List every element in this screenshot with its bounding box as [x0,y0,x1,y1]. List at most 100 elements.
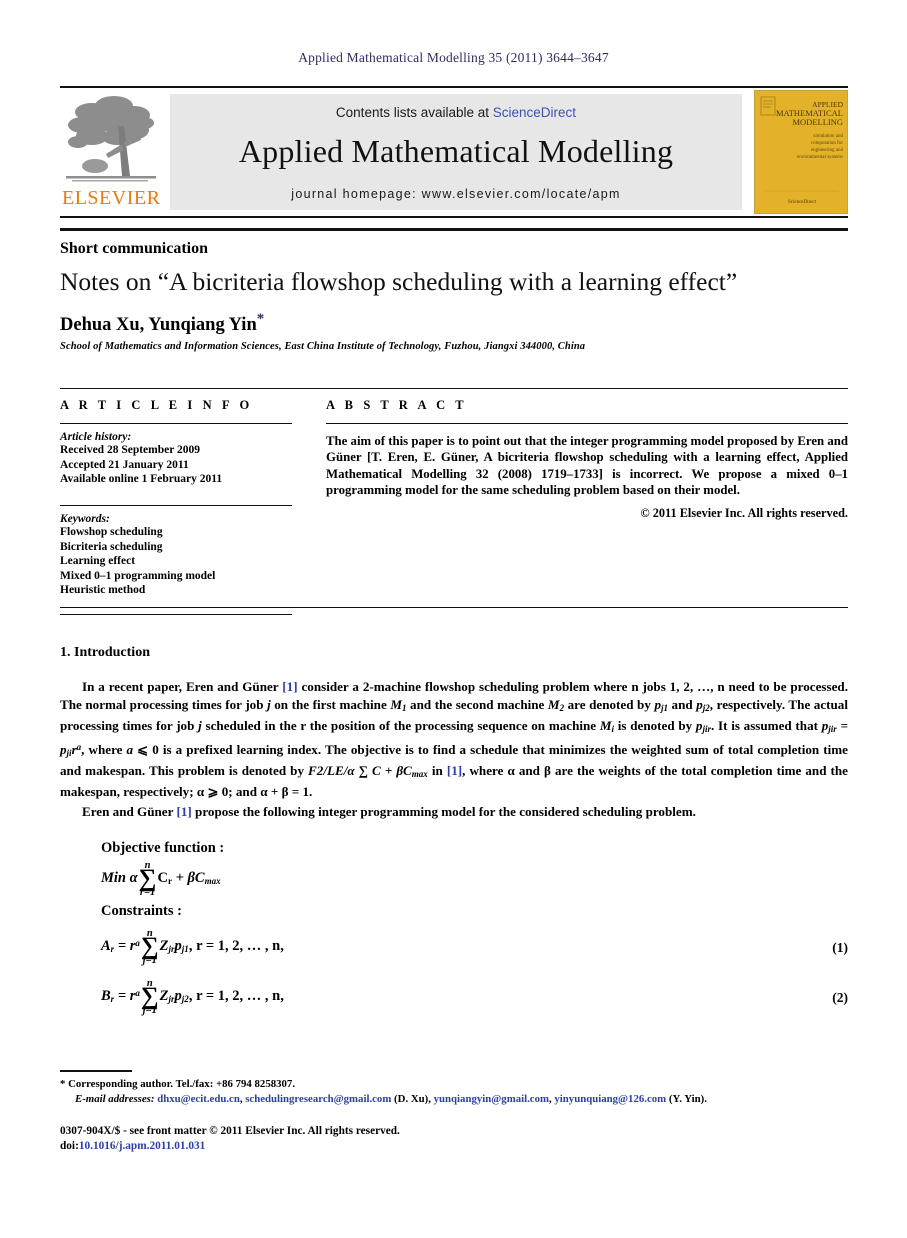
issn-line: 0307-904X/$ - see front matter © 2011 El… [60,1125,400,1137]
keyword-item: Mixed 0–1 programming model [60,569,216,582]
objective-equation: Min α∑ n r=1 Cr + βCmax [101,860,221,898]
issn-copyright-block: 0307-904X/$ - see front matter © 2011 El… [60,1124,400,1153]
keywords-label: Keywords: [60,513,110,525]
keyword-item: Flowshop scheduling [60,526,163,538]
elsevier-wordmark: ELSEVIER [62,187,161,209]
masthead-center: Contents lists available at ScienceDirec… [170,94,742,210]
svg-text:environmental systems: environmental systems [797,155,843,160]
title-top-rule [60,228,848,231]
email-owner-1: (D. Xu), [394,1093,431,1105]
para1-part-e: are denoted by [564,697,655,712]
summation-symbol: ∑ n r=1 [138,860,157,898]
sum-upper-limit: n [146,928,153,939]
constraints-colon: : [177,903,182,919]
elsevier-tree-icon [66,96,156,182]
sciencedirect-link[interactable]: ScienceDirect [493,105,576,120]
info-rule-2 [60,504,292,506]
para1-part-h: scheduled in the r the position of the p… [201,718,600,733]
abstract-column: A B S T R A C T The aim of this paper is… [326,398,848,521]
summation-symbol: ∑ n j=1 [140,928,159,966]
corresponding-author-note: * Corresponding author. Tel./fax: +86 79… [60,1078,296,1090]
svg-text:ScienceDirect: ScienceDirect [788,200,817,205]
obj-tail-sub: max [204,876,221,886]
para1-part-k: , where [81,742,127,757]
para1-part-m: in [427,763,447,778]
sum-upper-limit: n [144,860,151,871]
constraints-label: Constraints : [101,903,182,920]
obj-c: C [157,870,168,886]
intro-paragraph-2: Eren and Güner [1] propose the following… [60,803,848,821]
abstract-heading: A B S T R A C T [326,398,468,412]
affiliation: School of Mathematics and Information Sc… [60,341,586,352]
summation-symbol: ∑ n j=1 [140,978,159,1016]
email-owner-2: (Y. Yin). [668,1093,707,1105]
doi-line: doi:10.1016/j.apm.2011.01.031 [60,1139,400,1154]
copyright-line: © 2011 Elsevier Inc. All rights reserved… [640,506,848,521]
article-page: Applied Mathematical Modelling 35 (2011)… [0,0,907,1238]
journal-title: Applied Mathematical Modelling [238,133,674,169]
article-history-label: Article history: [60,431,132,443]
eq2-eq: = r [114,988,136,1004]
journal-cover-thumbnail: APPLIED MATHEMATICAL MODELLING simulatio… [754,90,848,214]
citation-link-1[interactable]: [1] [282,679,297,694]
para1-part-a: In a recent paper, Eren and Güner [82,679,283,694]
citation-link-3[interactable]: [1] [176,804,191,819]
running-head: Applied Mathematical Modelling 35 (2011)… [298,50,609,65]
email-link-4[interactable]: yinyunquiang@126.com [554,1093,666,1105]
eq1-p: p [174,938,182,954]
eq1-p-sub: j1 [181,944,189,954]
email-link-1[interactable]: dhxu@ecit.edu.cn [157,1093,240,1105]
email-addresses-note: E-mail addresses: dhxu@ecit.edu.cn, sche… [75,1092,865,1106]
equation-number-2: (2) [832,990,848,1005]
eq2-p-sub: j2 [181,994,189,1004]
document-type-label: Short communication [60,240,208,257]
info-bottom-rule [60,607,848,608]
page-title: Notes on “A bicriteria flowshop scheduli… [60,267,738,296]
info-rule-1 [60,423,292,424]
svg-text:engineering and: engineering and [811,148,844,153]
contents-prefix: Contents lists available at [335,105,490,120]
article-info-heading: A R T I C L E I N F O [60,398,253,412]
history-item: Received 28 September 2009 [60,444,200,456]
email-link-3[interactable]: yunqiangyin@gmail.com [434,1093,549,1105]
para1-part-f: and [668,697,697,712]
cover-artwork: APPLIED MATHEMATICAL MODELLING simulatio… [755,91,847,213]
article-info-column: A R T I C L E I N F O Article history: R… [60,398,292,615]
sum-upper-limit: n [146,978,153,989]
para2-part-b: propose the following integer programmin… [191,804,696,819]
keyword-item: Heuristic method [60,584,146,596]
email-link-2[interactable]: schedulingresearch@gmail.com [245,1093,391,1105]
eq1-eq: = r [114,938,136,954]
sum-lower-limit: j=1 [142,1005,157,1016]
corresponding-author-marker: * [256,311,265,327]
equation-2: Br = ra∑ n j=1 Zjrpj2, r = 1, 2, … , n, [101,978,284,1016]
keyword-item: Learning effect [60,555,136,567]
eq2-lhs: B [101,988,111,1004]
objective-label-text: Objective function [101,840,216,856]
para1-part-j: . It is assumed that [710,718,822,733]
para1-part-i: is denoted by [614,718,696,733]
history-item: Available online 1 February 2011 [60,473,223,485]
section-heading-introduction: 1. Introduction [60,645,150,660]
constraints-label-text: Constraints [101,903,174,919]
obj-min-text: Min α [101,870,138,886]
para2-part-a: Eren and Güner [82,804,177,819]
email-label: E-mail addresses: [75,1093,155,1105]
intro-paragraph-1: In a recent paper, Eren and Güner [1] co… [60,679,848,799]
obj-c-term: Cr [157,870,171,886]
citation-link-2[interactable]: [1] [447,763,462,778]
obj-tail-text: + βC [175,870,205,886]
info-rule-3 [60,613,292,615]
eq1-lhs: A [101,938,111,954]
para1-part-c: on the first machine [270,697,391,712]
eq2-range: , r = 1, 2, … , n, [188,988,284,1004]
para1-part-d: and the second machine [406,697,548,712]
equation-number-1: (1) [832,940,848,955]
sum-lower-limit: r=1 [139,887,156,898]
journal-homepage[interactable]: journal homepage: www.elsevier.com/locat… [170,187,742,201]
equation-1: Ar = ra∑ n j=1 Zjrpj1, r = 1, 2, … , n, [101,928,284,966]
history-item: Accepted 21 January 2011 [60,458,189,471]
doi-link[interactable]: 10.1016/j.apm.2011.01.031 [79,1140,205,1152]
obj-tail: + βCmax [176,870,221,886]
eq2-p: p [174,988,182,1004]
